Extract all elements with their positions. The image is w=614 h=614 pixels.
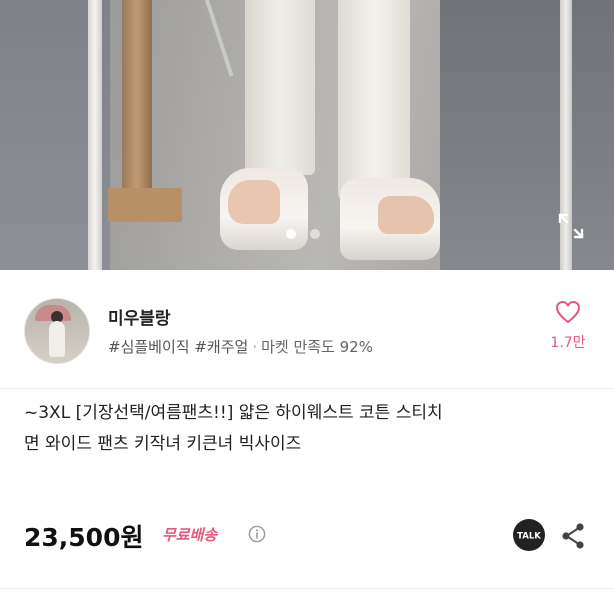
photo-foot-right bbox=[378, 196, 434, 234]
photo-foot-left bbox=[228, 180, 280, 224]
product-title: ~3XL [기장선택/여름팬츠!!] 얇은 하이웨스트 코튼 스티치 면 와이드… bbox=[24, 398, 594, 460]
photo-pants-left-leg bbox=[245, 0, 315, 175]
photo-right-wall bbox=[440, 0, 614, 270]
expand-icon[interactable] bbox=[556, 211, 586, 241]
price-row: 23,500원 무료배송 TALK bbox=[24, 516, 590, 556]
product-title-line-1: ~3XL [기장선택/여름팬츠!!] 얇은 하이웨스트 코튼 스티치 bbox=[24, 403, 443, 423]
photo-mirror-frame-left bbox=[88, 0, 102, 270]
free-shipping-badge: 무료배송 bbox=[162, 526, 218, 544]
photo-pants-right-leg bbox=[338, 0, 410, 200]
carousel-indicators bbox=[286, 229, 320, 239]
info-icon[interactable] bbox=[248, 525, 266, 543]
share-icon[interactable] bbox=[560, 522, 586, 550]
carousel-dot-active[interactable] bbox=[286, 229, 296, 239]
product-price: 23,500원 bbox=[24, 523, 144, 552]
like-button[interactable]: 1.7만 bbox=[546, 300, 590, 352]
photo-wooden-stand-base bbox=[108, 188, 182, 222]
seller-name[interactable]: 미우블랑 bbox=[108, 304, 171, 329]
carousel-dot[interactable] bbox=[310, 229, 320, 239]
meta-separator: · bbox=[252, 338, 258, 356]
seller-avatar[interactable] bbox=[24, 298, 90, 364]
seller-meta: #심플베이직 #캐주얼 · 마켓 만족도 92% bbox=[108, 336, 373, 357]
seller-section: 미우블랑 #심플베이직 #캐주얼 · 마켓 만족도 92% 1.7만 bbox=[0, 270, 614, 389]
seller-tags: #심플베이직 #캐주얼 bbox=[108, 338, 249, 356]
section-divider bbox=[0, 588, 614, 589]
like-count: 1.7만 bbox=[550, 335, 586, 351]
kakao-talk-label: TALK bbox=[517, 532, 541, 542]
kakao-talk-button[interactable]: TALK bbox=[512, 518, 546, 552]
product-title-line-2: 면 와이드 팬츠 키작녀 키큰녀 빅사이즈 bbox=[24, 434, 302, 454]
seller-satisfaction: 마켓 만족도 92% bbox=[261, 338, 373, 356]
heart-outline-icon bbox=[555, 300, 581, 324]
photo-wooden-stand bbox=[122, 0, 152, 220]
product-image[interactable] bbox=[0, 0, 614, 270]
